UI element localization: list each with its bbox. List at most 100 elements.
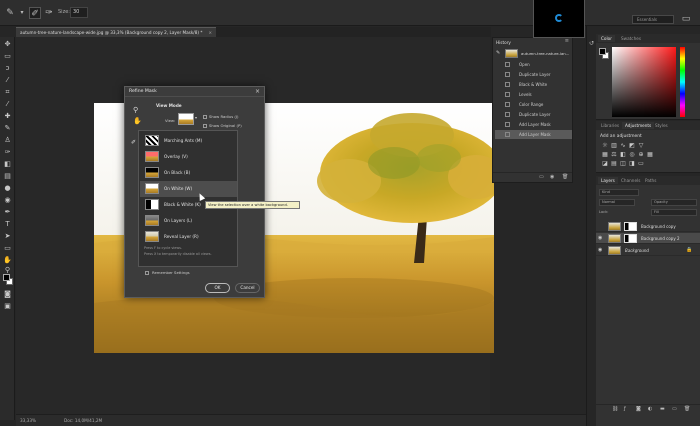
quick-mask-icon[interactable]: ◙ — [2, 289, 13, 300]
view-mode-option[interactable]: Overlay (V) — [140, 149, 237, 165]
lasso-tool-icon[interactable]: ↄ — [2, 63, 13, 74]
new-layer-icon[interactable]: ▭ — [672, 406, 677, 412]
layer-mask-thumbnail[interactable] — [624, 222, 637, 231]
workspace-icon[interactable]: ▭ — [680, 13, 692, 25]
refine-radius-icon[interactable]: ✐ — [29, 7, 41, 19]
history-item[interactable]: Open — [495, 60, 572, 69]
view-mode-option[interactable]: On Layers (L) — [140, 213, 237, 229]
dodge-tool-icon[interactable]: ◉ — [2, 195, 13, 206]
history-item[interactable]: Levels — [495, 90, 572, 99]
trash-icon[interactable]: 🗑 — [562, 174, 568, 180]
history-item[interactable]: Duplicate Layer — [495, 70, 572, 79]
close-icon[interactable]: × — [255, 88, 260, 95]
workspace-dropdown[interactable]: Essentials — [632, 15, 674, 24]
chevron-down-icon[interactable]: ▾ — [16, 7, 28, 19]
history-panel-icon[interactable]: ↺ — [589, 40, 594, 47]
layer-row[interactable]: ◉ Background copy 2 — [596, 233, 700, 244]
history-item[interactable]: Color Range — [495, 100, 572, 109]
hand-tool-icon[interactable]: ✋ — [133, 117, 142, 125]
layer-mask-thumbnail[interactable] — [624, 234, 637, 243]
screen-mode-icon[interactable]: ▣ — [2, 301, 13, 312]
foreground-color-mini[interactable] — [599, 48, 606, 55]
adjustment-layer-icon[interactable]: ◐ — [648, 406, 652, 412]
clone-stamp-tool-icon[interactable]: ♙ — [2, 135, 13, 146]
erase-refinements-icon[interactable]: ✑ — [43, 7, 55, 19]
document-tab[interactable]: autumn-tree-nature-landscape-wide.jpg @ … — [16, 27, 216, 37]
hue-slider[interactable] — [680, 47, 685, 117]
blend-mode-select[interactable]: Normal — [599, 199, 635, 206]
group-icon[interactable]: ▬ — [660, 406, 665, 412]
history-brush-tool-icon[interactable]: ✑ — [2, 147, 13, 158]
exposure-icon[interactable]: ◩ — [629, 143, 635, 149]
link-layers-icon[interactable]: ⛓ — [612, 406, 618, 412]
trash-icon[interactable]: 🗑 — [684, 406, 690, 412]
marquee-tool-icon[interactable]: ▭ — [2, 51, 13, 62]
panel-menu-icon[interactable]: ≡ — [565, 38, 569, 44]
layer-row[interactable]: ◉ Background 🔒 — [596, 245, 700, 256]
tab-color[interactable]: Color — [598, 35, 615, 42]
history-item[interactable]: Add Layer Mask — [495, 130, 572, 139]
pen-tool-icon[interactable]: ✒ — [2, 207, 13, 218]
show-radius-checkbox[interactable] — [203, 115, 207, 119]
photo-filter-icon[interactable]: ◎ — [629, 152, 635, 158]
invert-icon[interactable]: ◪ — [602, 161, 608, 167]
cancel-button[interactable]: Cancel — [235, 283, 260, 293]
gradient-map-icon[interactable]: ▭ — [638, 161, 644, 167]
show-original-checkbox[interactable] — [203, 124, 207, 128]
ok-button[interactable]: OK — [205, 283, 230, 293]
show-radius-option[interactable]: Show Radius (J) — [203, 114, 238, 119]
color-lookup-icon[interactable]: ▦ — [647, 152, 653, 158]
history-item[interactable]: Black & White — [495, 80, 572, 89]
tool-preset-icon[interactable]: ✎ — [4, 7, 16, 19]
size-input[interactable]: 30 — [70, 7, 88, 18]
crop-tool-icon[interactable]: ⌗ — [2, 87, 13, 98]
eraser-tool-icon[interactable]: ◧ — [2, 159, 13, 170]
remember-settings-checkbox[interactable] — [145, 271, 149, 275]
tab-layers[interactable]: Layers — [598, 177, 618, 184]
chevron-down-icon[interactable]: ▾ — [195, 115, 197, 120]
refine-radius-tool-icon[interactable]: ✐ — [131, 139, 136, 146]
lock-icon[interactable]: 🔒 — [686, 247, 692, 253]
gradient-tool-icon[interactable]: ▤ — [2, 171, 13, 182]
color-picker-field[interactable] — [612, 47, 676, 117]
document-size[interactable]: Doc: 14,0M/41,2M — [64, 418, 102, 423]
eyedropper-tool-icon[interactable]: ⁄ — [2, 99, 13, 110]
layer-row[interactable]: Background copy — [596, 221, 700, 232]
selective-color-icon[interactable]: ◨ — [629, 161, 635, 167]
curves-icon[interactable]: ∿ — [620, 143, 626, 149]
view-mode-option[interactable]: Marching Ants (M) — [140, 133, 237, 149]
black-white-icon[interactable]: ◧ — [620, 152, 626, 158]
tab-styles[interactable]: Styles — [652, 122, 671, 129]
layer-kind-filter[interactable]: Kind — [599, 189, 639, 196]
color-balance-icon[interactable]: ⚖ — [611, 152, 617, 158]
zoom-level[interactable]: 33,33% — [20, 418, 36, 423]
tab-libraries[interactable]: Libraries — [598, 122, 622, 129]
view-mode-option[interactable]: Reveal Layer (R) — [140, 229, 237, 245]
tab-adjustments[interactable]: Adjustments — [622, 122, 655, 129]
foreground-color-swatch[interactable] — [3, 274, 10, 281]
tab-channels[interactable]: Channels — [618, 177, 643, 184]
view-mode-option[interactable]: On Black (B) — [140, 165, 237, 181]
dialog-titlebar[interactable]: Refine Mask × — [125, 87, 264, 97]
fill-field[interactable]: Fill — [651, 209, 697, 216]
opacity-field[interactable]: Opacity — [651, 199, 697, 206]
type-tool-icon[interactable]: T — [2, 219, 13, 230]
zoom-tool-icon[interactable]: ⚲ — [133, 106, 138, 114]
view-mode-option[interactable]: On White (W) — [140, 181, 237, 197]
close-icon[interactable]: × — [208, 28, 212, 37]
history-item[interactable]: Add Layer Mask — [495, 120, 572, 129]
tab-paths[interactable]: Paths — [642, 177, 659, 184]
visibility-eye-icon[interactable]: ◉ — [598, 235, 602, 241]
move-tool-icon[interactable]: ✥ — [2, 39, 13, 50]
new-document-icon[interactable]: ▭ — [539, 174, 544, 180]
tab-swatches[interactable]: Swatches — [618, 35, 644, 42]
quick-select-tool-icon[interactable]: ⁄ — [2, 75, 13, 86]
shape-tool-icon[interactable]: ▭ — [2, 243, 13, 254]
blur-tool-icon[interactable]: ● — [2, 183, 13, 194]
hue-saturation-icon[interactable]: ▦ — [602, 152, 608, 158]
path-select-tool-icon[interactable]: ➤ — [2, 231, 13, 242]
history-brush-source-icon[interactable]: ✎ — [496, 50, 500, 56]
levels-icon[interactable]: ▥ — [611, 143, 617, 149]
show-original-option[interactable]: Show Original (P) — [203, 123, 242, 128]
new-snapshot-icon[interactable]: ◉ — [550, 174, 554, 180]
